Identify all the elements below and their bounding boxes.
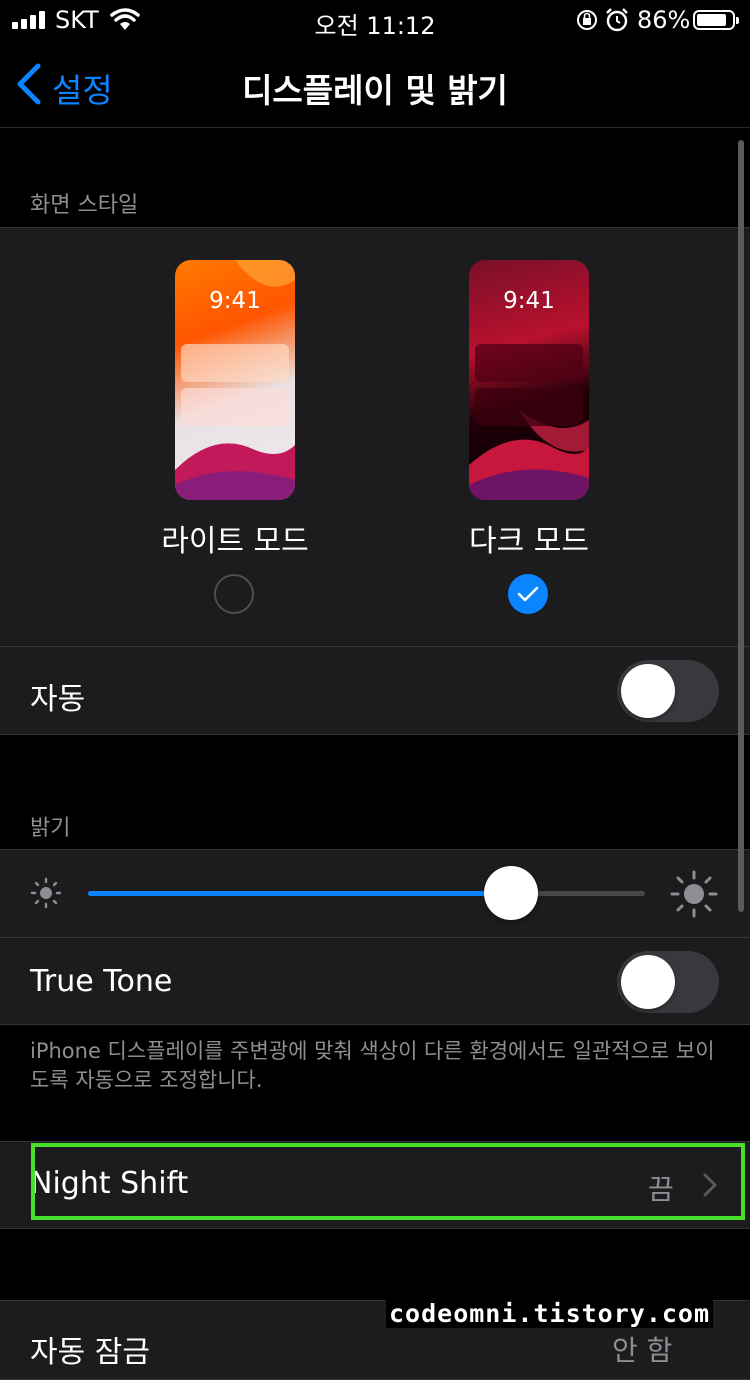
true-tone-label: True Tone	[30, 964, 173, 999]
preview-widget	[181, 388, 289, 426]
page-title: 디스플레이 및 밝기	[242, 71, 508, 110]
brightness-slider-track[interactable]	[88, 891, 645, 896]
sun-large-icon	[670, 870, 718, 918]
section-header-brightness: 밝기	[30, 816, 71, 841]
dark-mode-label: 다크 모드	[469, 524, 589, 559]
light-mode-preview[interactable]: 9:41	[175, 260, 295, 500]
orientation-lock-icon	[577, 10, 597, 30]
section-header-appearance: 화면 스타일	[30, 193, 139, 218]
appearance-group: 9:41 9:41 라이트 모드 다크 모드 자동	[0, 227, 750, 735]
automatic-label: 자동	[30, 682, 86, 717]
alarm-icon	[606, 8, 628, 32]
true-tone-toggle[interactable]	[617, 951, 719, 1013]
light-mode-label: 라이트 모드	[161, 524, 309, 559]
scrollbar[interactable]	[738, 140, 744, 912]
preview-time: 9:41	[503, 288, 555, 314]
toggle-knob	[621, 664, 675, 718]
brightness-group: True Tone	[0, 849, 750, 1025]
true-tone-footer: iPhone 디스플레이를 주변광에 맞춰 색상이 다른 환경에서도 일관적으로…	[30, 1039, 715, 1092]
toggle-knob	[621, 955, 675, 1009]
dark-mode-radio[interactable]	[508, 574, 548, 614]
checkmark-icon	[517, 586, 539, 602]
auto-lock-value: 안 함	[612, 1334, 673, 1367]
battery-icon	[693, 10, 739, 30]
navigation-bar: 설정 디스플레이 및 밝기	[0, 44, 750, 128]
sun-small-icon	[30, 877, 62, 909]
dark-mode-preview[interactable]: 9:41	[469, 260, 589, 500]
preview-widget	[475, 344, 583, 382]
preview-time: 9:41	[209, 288, 261, 314]
preview-widget	[475, 388, 583, 426]
preview-widget	[181, 344, 289, 382]
brightness-slider-fill	[88, 891, 512, 896]
divider	[0, 937, 750, 938]
highlight-box	[31, 1143, 745, 1220]
automatic-toggle[interactable]	[617, 660, 719, 722]
divider	[0, 646, 750, 647]
light-mode-radio[interactable]	[214, 574, 254, 614]
brightness-slider-thumb[interactable]	[484, 866, 539, 920]
battery-percent: 86%	[637, 6, 691, 34]
watermark: codeomni.tistory.com	[386, 1299, 714, 1328]
status-bar: SKT 오전 11:12 86%	[0, 0, 750, 44]
